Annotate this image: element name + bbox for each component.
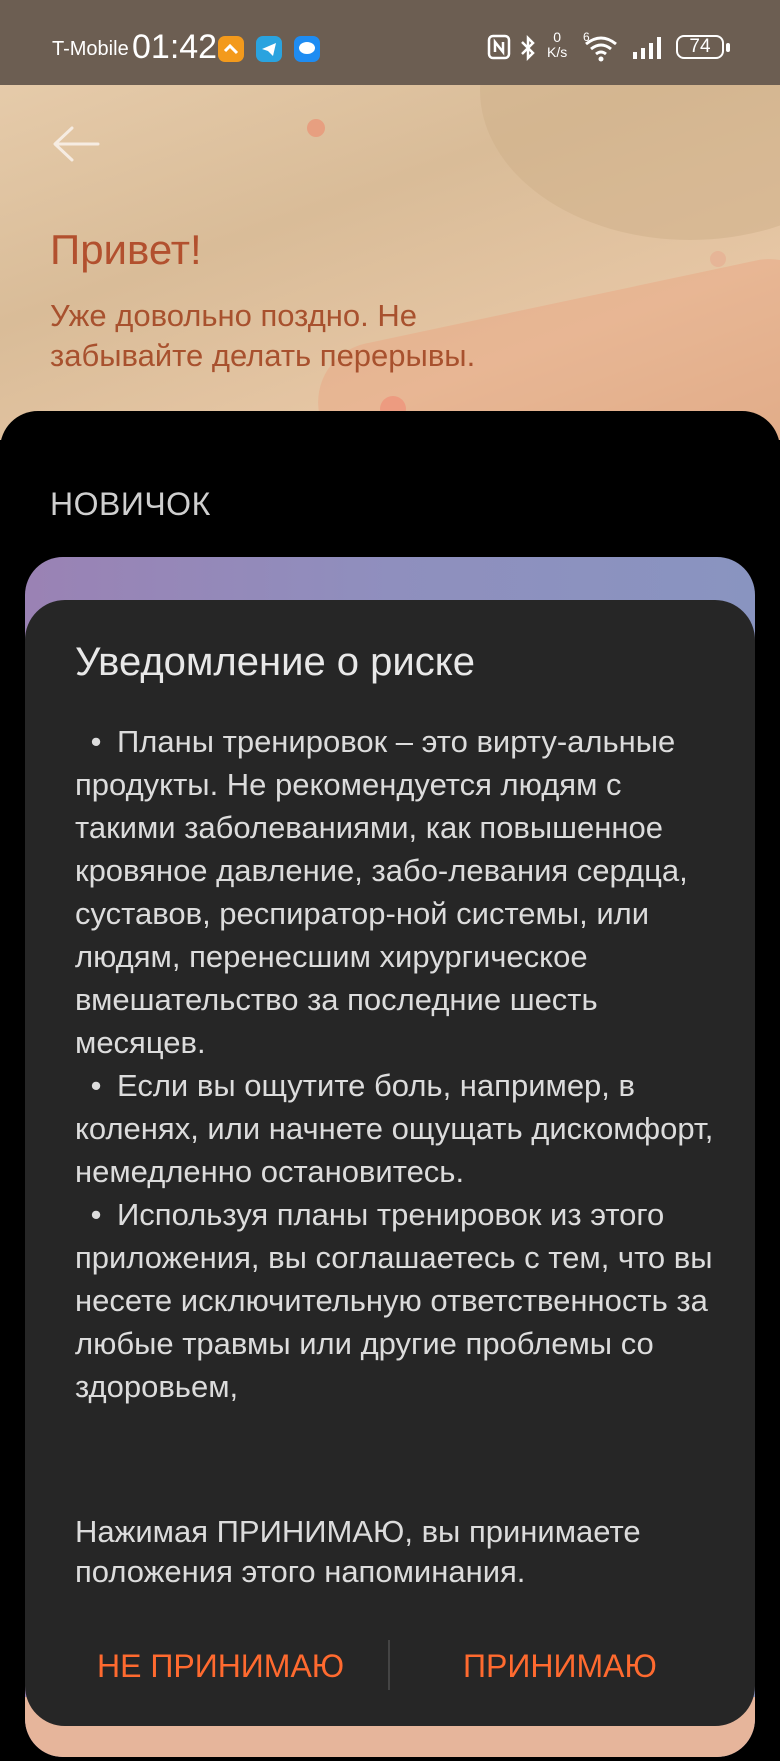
- battery-icon: 74: [676, 35, 724, 59]
- net-speed: 0 K/s: [547, 30, 567, 60]
- dialog-bullet-text: Если вы ощутите боль, например, в коленя…: [75, 1068, 714, 1189]
- decor-dot: [710, 251, 726, 267]
- bullet-icon: •: [90, 724, 102, 759]
- greeting-subtitle: Уже довольно поздно. Не забывайте делать…: [50, 298, 476, 373]
- notification-app-icon: [218, 36, 244, 62]
- signal-icon: [632, 34, 666, 65]
- battery-tip: [726, 43, 730, 52]
- dialog-bullet: • Используя планы тренировок из этого при…: [75, 1193, 715, 1408]
- dialog-title: Уведомление о риске: [75, 640, 475, 684]
- clock: 01:42: [132, 28, 218, 66]
- bullet-icon: •: [90, 1068, 102, 1103]
- bluetooth-icon: [518, 34, 538, 67]
- dialog-bullet-text: Используя планы тренировок из этого прил…: [75, 1197, 713, 1404]
- back-button[interactable]: [50, 122, 100, 166]
- section-label: НОВИЧОК: [50, 486, 211, 522]
- dialog-body: • Планы тренировок – это вирту-альные про…: [75, 720, 715, 1408]
- dialog-bullet-text: Планы тренировок – это вирту-альные прод…: [75, 724, 688, 1060]
- messages-icon: [294, 36, 320, 62]
- bullet-icon: •: [90, 1197, 102, 1232]
- status-bar: T-Mobile 01:42 0 K/s 6 74: [0, 0, 780, 85]
- telegram-icon: [256, 36, 282, 62]
- accept-button[interactable]: ПРИНИМАЮ: [463, 1648, 657, 1685]
- net-speed-value: 0: [553, 29, 562, 45]
- button-divider: [388, 1640, 390, 1690]
- wifi-badge: 6: [583, 30, 590, 44]
- dialog-note: Нажимая ПРИНИМАЮ, вы принимаете положени…: [75, 1514, 641, 1589]
- decline-button[interactable]: НЕ ПРИНИМАЮ: [97, 1648, 344, 1685]
- net-speed-unit: K/s: [547, 44, 568, 60]
- dialog-bullet: • Планы тренировок – это вирту-альные про…: [75, 720, 715, 1064]
- dialog-bullet: • Если вы ощутите боль, например, в колен…: [75, 1064, 715, 1193]
- risk-notice-dialog: Уведомление о риске • Планы тренировок – …: [25, 600, 755, 1726]
- carrier-name: T-Mobile: [52, 38, 129, 60]
- decor-dot: [307, 119, 325, 137]
- greeting-title: Привет!: [50, 226, 202, 273]
- nfc-icon: [487, 34, 511, 65]
- back-arrow-icon: [53, 126, 100, 162]
